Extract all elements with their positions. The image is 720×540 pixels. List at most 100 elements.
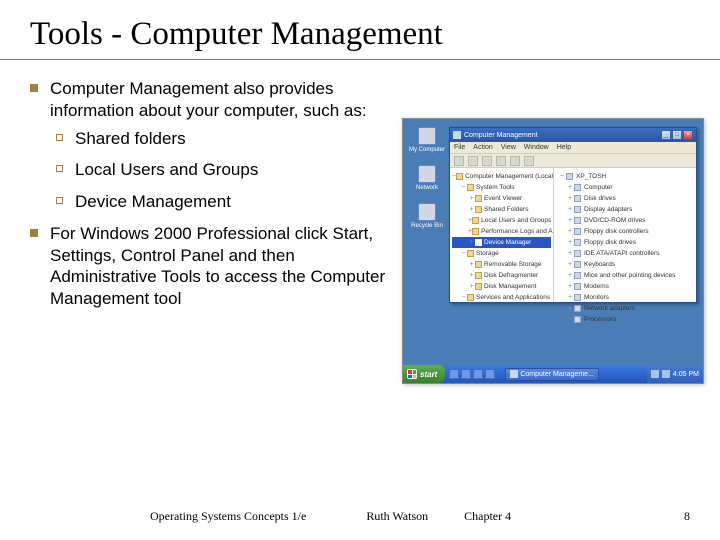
taskbar-task[interactable]: Computer Manageme... (505, 368, 599, 381)
menu-view[interactable]: View (501, 142, 516, 153)
device-item[interactable]: −XP_TOSH (558, 171, 692, 182)
device-item[interactable]: +Computer (558, 182, 692, 193)
bullet-text: Computer Management also provides inform… (50, 78, 388, 122)
desktop-icon: Network (407, 165, 447, 191)
refresh-button[interactable] (510, 156, 520, 166)
back-button[interactable] (454, 156, 464, 166)
tree-pane: −Computer Management (Local)−System Tool… (450, 168, 554, 302)
sub-bullet-2: Local Users and Groups (30, 159, 388, 181)
text-column: Computer Management also provides inform… (30, 78, 388, 316)
tree-item[interactable]: −Computer Management (Local) (452, 171, 551, 182)
bullet-text: For Windows 2000 Professional click Star… (50, 223, 388, 310)
device-item[interactable]: +Modems (558, 281, 692, 292)
tree-item[interactable]: +Disk Defragmenter (452, 270, 551, 281)
bullet-marker-icon (30, 84, 38, 92)
folder-icon (475, 206, 482, 213)
app-icon (453, 131, 461, 139)
bullet-text: Shared folders (75, 128, 186, 150)
tree-item[interactable]: +Shared Folders (452, 204, 551, 215)
sub-bullet-1: Shared folders (30, 128, 388, 150)
device-item[interactable]: +Display adapters (558, 204, 692, 215)
bullet-text: Device Management (75, 191, 231, 213)
quick-launch-icon[interactable] (461, 369, 471, 379)
slide-title: Tools - Computer Management (30, 16, 690, 53)
up-button[interactable] (482, 156, 492, 166)
properties-button[interactable] (496, 156, 506, 166)
folder-icon (472, 228, 479, 235)
window-controls: _ □ × (661, 130, 693, 140)
start-button[interactable]: start (403, 365, 445, 383)
bullet-text: Local Users and Groups (75, 159, 258, 181)
footer: Operating Systems Concepts 1/e Ruth Wats… (0, 509, 720, 524)
menu-action[interactable]: Action (473, 142, 492, 153)
quick-launch-icon[interactable] (449, 369, 459, 379)
tray-icon[interactable] (662, 370, 670, 378)
bullet-marker-icon (30, 229, 38, 237)
folder-icon (467, 294, 474, 301)
clock: 4:05 PM (673, 371, 699, 378)
close-button[interactable]: × (683, 130, 693, 140)
minimize-button[interactable]: _ (661, 130, 671, 140)
device-item[interactable]: +Mice and other pointing devices (558, 270, 692, 281)
bullet-1: Computer Management also provides inform… (30, 78, 388, 122)
device-item[interactable]: +Network adapters (558, 303, 692, 314)
device-icon (574, 250, 581, 257)
page-number: 8 (684, 509, 690, 524)
tree-item[interactable]: +Removable Storage (452, 259, 551, 270)
tree-item[interactable]: +Device Manager (452, 237, 551, 248)
device-item[interactable]: +Disk drives (558, 193, 692, 204)
sub-bullets: Shared folders Local Users and Groups De… (30, 128, 388, 213)
device-icon (574, 316, 581, 323)
title-area: Tools - Computer Management (0, 0, 720, 60)
device-item[interactable]: +Processors (558, 314, 692, 325)
menu-help[interactable]: Help (557, 142, 571, 153)
windows-logo-icon (407, 369, 417, 379)
quick-launch-icon[interactable] (473, 369, 483, 379)
device-item[interactable]: +Floppy disk drives (558, 237, 692, 248)
window-titlebar: Computer Management _ □ × (450, 128, 696, 142)
folder-icon (475, 261, 482, 268)
desktop-icon: My Computer (407, 127, 447, 153)
menu-file[interactable]: File (454, 142, 465, 153)
tray-icon[interactable] (651, 370, 659, 378)
quick-launch (445, 369, 499, 379)
window-title: Computer Management (464, 132, 661, 139)
image-column: My Computer Network Recycle Bin Computer… (388, 78, 710, 316)
maximize-button[interactable]: □ (672, 130, 682, 140)
folder-icon (467, 184, 474, 191)
tree-item[interactable]: −Services and Applications (452, 292, 551, 302)
forward-button[interactable] (468, 156, 478, 166)
device-icon (574, 261, 581, 268)
device-item[interactable]: +Keyboards (558, 259, 692, 270)
device-item[interactable]: +IDE ATA/ATAPI controllers (558, 248, 692, 259)
computer-icon (418, 127, 436, 145)
recycle-bin-icon (418, 203, 436, 221)
folder-icon (475, 272, 482, 279)
menu-window[interactable]: Window (524, 142, 549, 153)
computer-management-window: Computer Management _ □ × File Action Vi… (449, 127, 697, 303)
help-button[interactable] (524, 156, 534, 166)
device-icon (574, 184, 581, 191)
list-pane: −XP_TOSH+Computer+Disk drives+Display ad… (554, 168, 696, 302)
sub-bullet-marker-icon (56, 197, 63, 204)
tree-item[interactable]: +Performance Logs and Alerts (452, 226, 551, 237)
device-icon (574, 283, 581, 290)
device-item[interactable]: +DVD/CD-ROM drives (558, 215, 692, 226)
tree-item[interactable]: −System Tools (452, 182, 551, 193)
bullet-2: For Windows 2000 Professional click Star… (30, 223, 388, 310)
screenshot-image: My Computer Network Recycle Bin Computer… (402, 118, 704, 384)
footer-author: Ruth Watson (366, 509, 428, 524)
tree-item[interactable]: +Event Viewer (452, 193, 551, 204)
device-item[interactable]: +Monitors (558, 292, 692, 303)
tree-item[interactable]: +Disk Management (452, 281, 551, 292)
folder-icon (475, 195, 482, 202)
tree-item[interactable]: +Local Users and Groups (452, 215, 551, 226)
network-icon (418, 165, 436, 183)
toolbar (450, 154, 696, 168)
device-icon (574, 305, 581, 312)
folder-icon (475, 283, 482, 290)
device-item[interactable]: +Floppy disk controllers (558, 226, 692, 237)
tree-item[interactable]: −Storage (452, 248, 551, 259)
quick-launch-icon[interactable] (485, 369, 495, 379)
content-area: Computer Management also provides inform… (0, 60, 720, 316)
